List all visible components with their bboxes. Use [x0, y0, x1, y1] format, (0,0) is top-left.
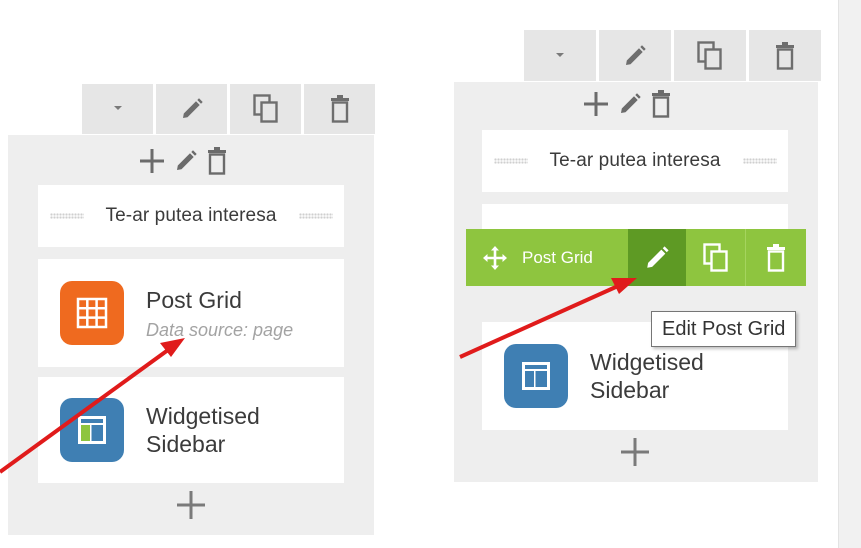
sidebar-layout-icon — [60, 398, 124, 462]
trash-icon[interactable] — [650, 90, 672, 118]
duplicate-icon — [697, 40, 722, 70]
pencil-icon[interactable] — [618, 92, 642, 116]
grid-icon — [60, 281, 124, 345]
edit-tooltip: Edit Post Grid — [651, 311, 797, 347]
left-column-actions — [138, 147, 228, 175]
left-toolbar-dropdown-button[interactable] — [82, 84, 153, 134]
plus-icon[interactable] — [138, 147, 166, 175]
post-grid-title: Post Grid — [146, 286, 242, 313]
right-toolbar-delete-button[interactable] — [749, 30, 821, 81]
panel-edge — [838, 0, 861, 548]
left-toolbar-edit-button[interactable] — [156, 84, 227, 134]
pencil-icon[interactable] — [174, 149, 198, 173]
plus-icon — [621, 438, 649, 466]
plus-icon[interactable] — [582, 90, 610, 118]
sidebar-title-line2: Sidebar — [146, 431, 226, 457]
hover-toolbar-label: Post Grid — [522, 247, 593, 267]
sidebar-title-line1: Widgetised — [590, 349, 704, 375]
right-column-actions — [582, 90, 672, 118]
post-grid-widget[interactable]: Post Grid Data source: page — [38, 259, 344, 367]
heading-text: Te-ar putea interesa — [105, 205, 277, 226]
right-toolbar-edit-button[interactable] — [599, 30, 671, 81]
edit-post-grid-button[interactable] — [628, 229, 686, 286]
trash-icon[interactable] — [206, 147, 228, 175]
delete-post-grid-button[interactable] — [746, 229, 806, 286]
move-icon — [483, 245, 507, 270]
heading-widget[interactable]: Te-ar putea interesa — [482, 130, 788, 192]
add-element-button[interactable] — [620, 434, 650, 474]
left-toolbar-duplicate-button[interactable] — [230, 84, 301, 134]
chevron-down-icon — [113, 106, 122, 110]
sidebar-title-line2: Sidebar — [590, 377, 670, 403]
right-toolbar-dropdown-button[interactable] — [524, 30, 596, 81]
plus-icon — [177, 491, 205, 519]
right-toolbar-duplicate-button[interactable] — [674, 30, 746, 81]
page-builder-canvas: Te-ar putea interesa Post Grid Data sour… — [0, 0, 861, 548]
pencil-icon — [647, 245, 669, 268]
trash-icon — [767, 243, 785, 272]
duplicate-post-grid-button[interactable] — [686, 229, 746, 286]
add-element-button[interactable] — [176, 487, 206, 527]
widgetised-sidebar-widget[interactable]: Widgetised Sidebar — [38, 377, 344, 483]
left-column: Te-ar putea interesa Post Grid Data sour… — [8, 135, 374, 535]
pencil-icon — [182, 98, 203, 118]
trash-icon — [776, 41, 794, 70]
post-grid-subtitle: Data source: page — [146, 319, 294, 340]
drag-dots-icon — [493, 158, 528, 164]
drag-dots-icon — [298, 213, 333, 219]
move-handle[interactable]: Post Grid — [466, 229, 628, 286]
left-column-toolbar — [82, 84, 375, 134]
duplicate-icon — [252, 94, 278, 123]
heading-text: Te-ar putea interesa — [549, 150, 721, 171]
trash-icon — [330, 95, 349, 123]
heading-widget[interactable]: Te-ar putea interesa — [38, 185, 344, 247]
post-grid-hover-toolbar: Post Grid — [466, 229, 806, 286]
drag-dots-icon — [49, 213, 84, 219]
chevron-down-icon — [556, 52, 564, 57]
left-toolbar-delete-button[interactable] — [304, 84, 375, 134]
right-column-toolbar — [524, 30, 821, 81]
sidebar-title-line1: Widgetised — [146, 403, 260, 429]
duplicate-icon — [702, 242, 728, 272]
sidebar-layout-icon — [504, 344, 568, 408]
pencil-icon — [626, 44, 646, 65]
drag-dots-icon — [742, 158, 777, 164]
